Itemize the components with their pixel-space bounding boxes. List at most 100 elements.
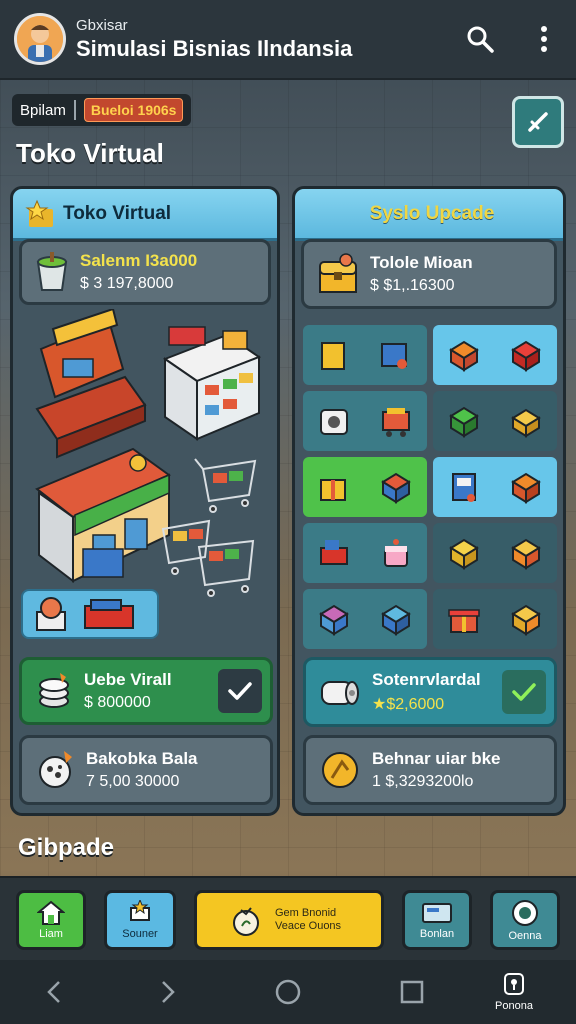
grid-cell[interactable] [433, 325, 557, 385]
market-cart-icon [382, 408, 410, 437]
coin-stack-icon [39, 673, 69, 708]
home-icon [37, 900, 65, 925]
system-upgrade-panel: Syslo Upcade Tolole Mioan $ $1,.16300 So… [292, 186, 566, 816]
close-button[interactable] [512, 96, 564, 148]
red-crate-icon [511, 340, 541, 372]
grid-cell[interactable] [303, 391, 427, 451]
app-subtitle: Gbxisar [76, 16, 128, 34]
owned-system-card[interactable]: Sotenrvlardal ★$2,6000 [303, 657, 557, 727]
bank-button[interactable]: Bonlan [402, 890, 472, 950]
card-value: ★$2,6000 [372, 696, 445, 713]
teal-crate-icon [381, 604, 411, 636]
grid-cell[interactable] [303, 589, 427, 649]
panel-header: Syslo Upcade [295, 189, 563, 241]
check-icon[interactable] [502, 670, 546, 714]
grid-cell-selected[interactable] [303, 457, 427, 517]
next-system-card[interactable]: Behnar uiar bke 1 $,3293200lo [303, 735, 557, 805]
upgrade-summary-card[interactable]: Tolole Mioan $ $1,.16300 [301, 239, 557, 309]
card-value: $ $1,.16300 [370, 277, 455, 294]
cart-goods [173, 471, 243, 561]
star-folder-icon [25, 199, 53, 227]
yellow-crate-icon [511, 538, 541, 570]
blue-crate-icon [381, 472, 411, 504]
card-title: Uebe Virall [84, 670, 172, 689]
cash-register-icon [84, 599, 134, 629]
scores-label: Souner [122, 928, 158, 940]
grid-cell[interactable] [303, 325, 427, 385]
next-upgrade-card[interactable]: Bakobka Bala 7 5,00 30000 [19, 735, 273, 805]
present-icon [448, 609, 480, 633]
target-icon [512, 900, 538, 926]
card-value: 7 5,00 30000 [86, 773, 180, 790]
profile-icon [504, 973, 524, 995]
green-crate-icon [449, 406, 479, 438]
forward-icon[interactable] [150, 974, 186, 1010]
store-sales-card[interactable]: Salenm I3a000 $ 3 197,8000 [19, 239, 271, 305]
crate-icon [449, 340, 479, 372]
card-title: Behnar uiar bke [372, 749, 501, 768]
profile-label: Ponona [495, 1000, 533, 1012]
bank-label: Bonlan [419, 928, 455, 940]
app-bar: Gbxisar Simulasi Bisnias Ilndansia [0, 0, 576, 80]
gift-box-icon [320, 479, 346, 501]
card-title: Bakobka Bala [86, 749, 198, 768]
check-icon[interactable] [218, 669, 262, 713]
home-button[interactable]: Liam [16, 890, 86, 950]
cup-icon [36, 252, 68, 291]
page-title: Toko Virtual [16, 138, 164, 168]
display-fridge [162, 326, 262, 441]
register-icon [320, 540, 348, 565]
vending-icon [452, 473, 476, 502]
card-title: Sotenrvlardal [372, 670, 481, 689]
trophy-icon [130, 900, 150, 921]
store-item-strip[interactable] [21, 589, 159, 639]
treasure-chest-icon [319, 253, 357, 293]
machine-icon [381, 343, 407, 369]
main-action-button[interactable]: Gem Bnonid Veace Ouons [194, 890, 384, 950]
close-icon [528, 112, 548, 132]
gold-box-icon [511, 408, 541, 438]
gold-coin-icon [322, 752, 358, 788]
game-nav-bar: Liam Souner Gem Bnonid Veace Ouons Bonla… [0, 876, 576, 960]
cake-icon [384, 539, 408, 567]
pill-label: Bpilam [20, 101, 66, 119]
grid-cell[interactable] [303, 523, 427, 583]
search-icon[interactable] [462, 21, 498, 57]
scores-button[interactable]: Souner [104, 890, 176, 950]
home-circle-icon[interactable] [270, 974, 306, 1010]
profile-button[interactable]: Ponona [486, 966, 542, 1018]
paper-roll-icon [321, 681, 359, 705]
amber-crate-icon [511, 604, 541, 636]
app-title: Simulasi Bisnias Ilndansia [76, 35, 353, 61]
status-pill: Bpilam Bueloi 1906s [12, 94, 192, 126]
virtual-store-panel: Toko Virtual Salenm I3a000 $ 3 197,8000 [10, 186, 280, 816]
avatar-icon [17, 16, 63, 62]
card-value: $ 3 197,8000 [80, 275, 174, 292]
grid-cell[interactable] [433, 589, 557, 649]
grid-cell[interactable] [433, 457, 557, 517]
store-illustration [35, 309, 262, 597]
home-label: Liam [39, 928, 63, 940]
main-action-label: Gem Bnonid Veace Ouons [275, 906, 342, 932]
other-button[interactable]: Oenna [490, 890, 560, 950]
card-value: $ 800000 [84, 694, 151, 711]
store-building [35, 447, 172, 584]
level-badge: Bueloi 1906s [83, 98, 184, 122]
grid-cell[interactable] [433, 391, 557, 451]
grid-cell[interactable] [433, 523, 557, 583]
system-nav-bar: Ponona [0, 960, 576, 1024]
section-label: Gibpade [18, 834, 115, 861]
avatar[interactable] [14, 13, 66, 65]
panel-header: Toko Virtual [13, 189, 277, 241]
orange-crate-icon [511, 472, 541, 504]
more-vertical-icon[interactable] [526, 21, 562, 57]
other-label: Oenna [508, 930, 542, 942]
recents-icon[interactable] [394, 974, 430, 1010]
box-icon [321, 342, 345, 370]
card-title: Tolole Mioan [370, 253, 473, 272]
owned-upgrade-card[interactable]: Uebe Virall $ 800000 [19, 657, 273, 725]
upgrade-grid [303, 325, 557, 655]
market-stall [35, 309, 147, 459]
purple-crate-icon [319, 604, 349, 636]
back-icon[interactable] [36, 974, 72, 1010]
